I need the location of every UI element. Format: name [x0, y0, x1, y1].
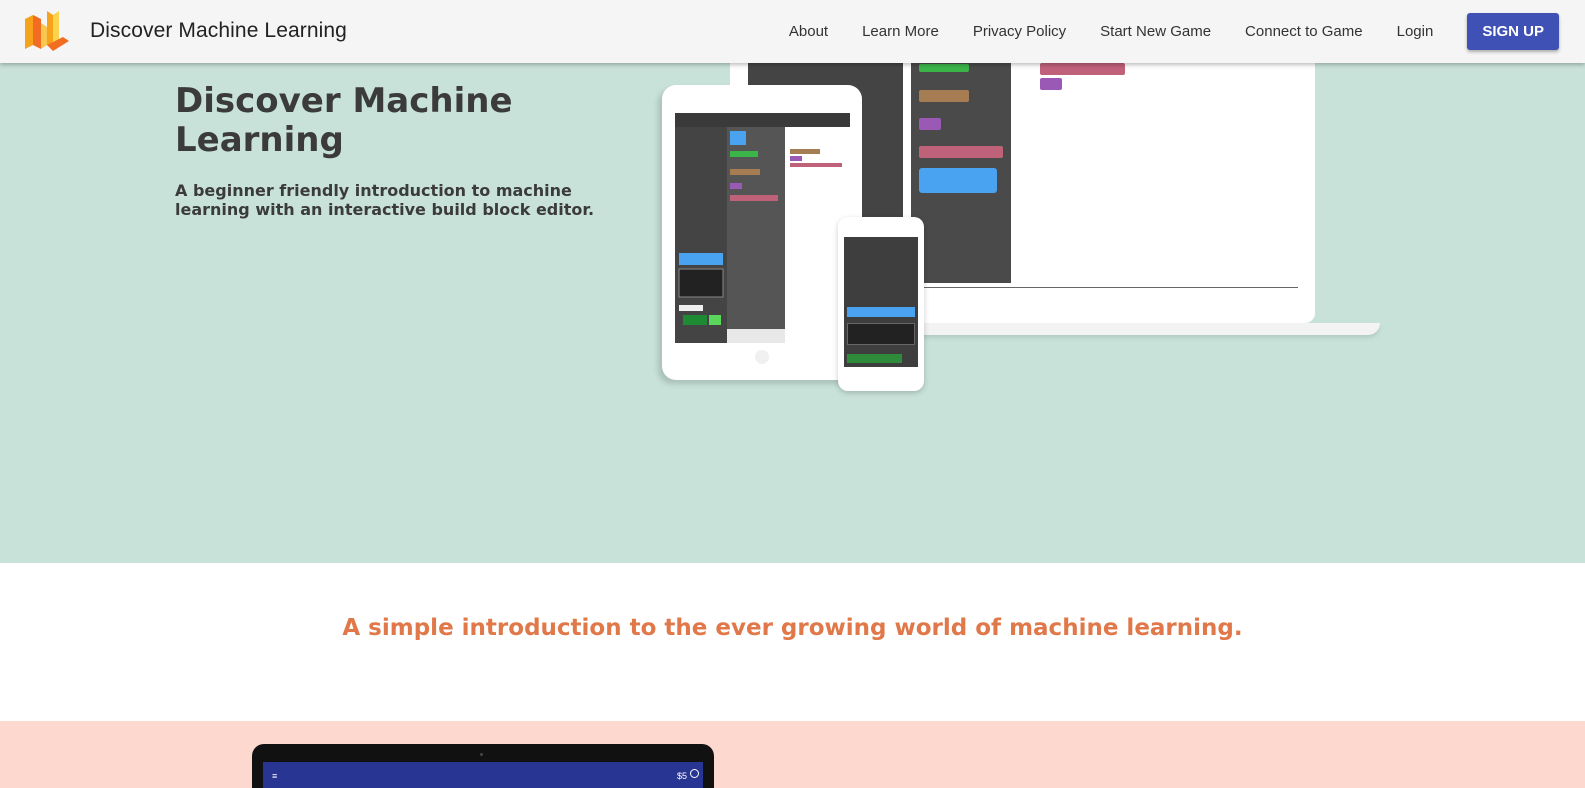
- tablet-preview: ≡ $5: [252, 744, 714, 788]
- nav-start-new-game[interactable]: Start New Game: [1100, 23, 1211, 40]
- workspace-blocks-icon: [1040, 63, 1125, 90]
- intro-section: A simple introduction to the ever growin…: [0, 563, 1585, 721]
- tablet-workspace-blocks-icon: [790, 149, 842, 167]
- user-icon[interactable]: [690, 769, 699, 778]
- signup-button[interactable]: SIGN UP: [1467, 13, 1559, 50]
- nav-learn-more[interactable]: Learn More: [862, 23, 939, 40]
- navbar: Discover Machine Learning About Learn Mo…: [0, 0, 1585, 63]
- nav-about[interactable]: About: [789, 23, 828, 40]
- app-top-bar: ≡ $5: [263, 762, 703, 788]
- hero-title: Discover Machine Learning: [175, 81, 513, 160]
- tablet-block-palette: [727, 127, 785, 329]
- coins-count: $5: [676, 771, 687, 781]
- block-shapes-icon: [919, 64, 1003, 193]
- nav-links: About Learn More Privacy Policy Start Ne…: [789, 0, 1585, 63]
- tablet-blocks-icon: [730, 131, 778, 201]
- nav-connect-to-game[interactable]: Connect to Game: [1245, 23, 1363, 40]
- ml-logo-icon[interactable]: [23, 9, 71, 53]
- menu-icon[interactable]: ≡: [272, 771, 277, 781]
- tablet-mockup: [662, 85, 862, 380]
- phone-mockup: [838, 217, 924, 391]
- nav-privacy-policy[interactable]: Privacy Policy: [973, 23, 1066, 40]
- brand-title[interactable]: Discover Machine Learning: [90, 19, 347, 43]
- tablet-lesson-panel: [675, 127, 727, 343]
- camera-icon: [480, 753, 483, 756]
- hero-subtitle: A beginner friendly introduction to mach…: [175, 181, 595, 219]
- nav-login[interactable]: Login: [1397, 23, 1434, 40]
- hero-section: Discover Machine Learning A beginner fri…: [0, 63, 1585, 563]
- tablet-home-button: [755, 350, 769, 364]
- laptop-block-palette: [911, 63, 1011, 283]
- tablet-ui-icon: [678, 253, 724, 325]
- feature-section: ≡ $5: [0, 721, 1585, 788]
- tablet-screen: [675, 113, 850, 343]
- phone-screen: [844, 237, 918, 367]
- intro-text: A simple introduction to the ever growin…: [342, 615, 1243, 641]
